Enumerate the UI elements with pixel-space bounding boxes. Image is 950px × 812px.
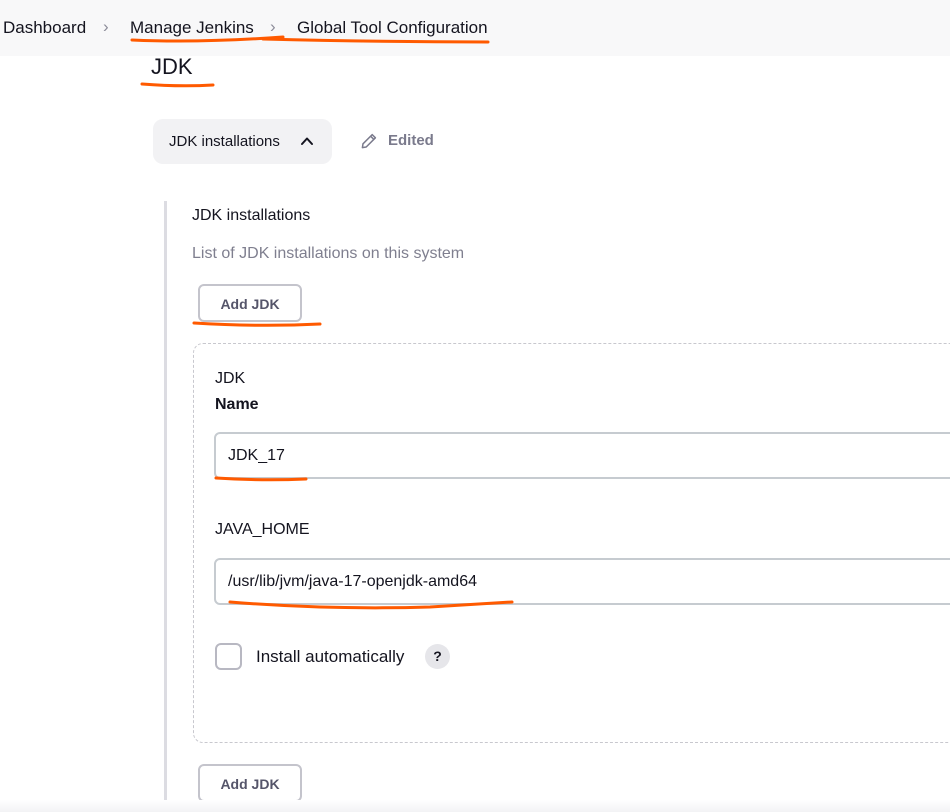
- section-toggle-jdk-installations[interactable]: JDK installations: [153, 119, 332, 164]
- jdk-installations-description: List of JDK installations on this system: [192, 245, 465, 262]
- breadcrumb-item-dashboard[interactable]: Dashboard: [3, 18, 86, 38]
- add-jdk-button[interactable]: Add JDK: [198, 284, 302, 322]
- section-divider: [164, 201, 167, 812]
- annotation-underline-add-jdk: [192, 321, 322, 327]
- jdk-installations-label: JDK installations: [192, 207, 311, 224]
- install-automatically-label[interactable]: Install automatically: [256, 647, 404, 667]
- jdk-entry-header: JDK: [215, 370, 246, 387]
- install-automatically-checkbox[interactable]: [215, 643, 242, 670]
- breadcrumb-item-global-tool-configuration[interactable]: Global Tool Configuration: [297, 18, 488, 38]
- chevron-up-icon: [301, 137, 313, 145]
- java-home-input[interactable]: /usr/lib/jvm/java-17-openjdk-amd64: [214, 558, 950, 605]
- breadcrumb: Dashboard › Manage Jenkins › Global Tool…: [0, 0, 950, 56]
- page-title: JDK: [151, 54, 193, 79]
- annotation-underline-title: [140, 82, 215, 88]
- help-icon[interactable]: ?: [425, 644, 450, 669]
- edited-label: Edited: [388, 132, 434, 149]
- chevron-right-icon: ›: [270, 17, 276, 36]
- breadcrumb-item-manage-jenkins[interactable]: Manage Jenkins: [130, 18, 254, 38]
- pencil-icon: [361, 133, 377, 149]
- java-home-label: JAVA_HOME: [215, 521, 310, 538]
- add-jdk-button-bottom[interactable]: Add JDK: [198, 764, 302, 802]
- chevron-right-icon: ›: [103, 17, 109, 36]
- name-input[interactable]: JDK_17: [214, 432, 950, 479]
- name-label: Name: [215, 396, 259, 413]
- page-bottom-fade: [0, 800, 950, 812]
- section-toggle-label: JDK installations: [169, 133, 280, 150]
- jdk-installation-entry: [193, 343, 950, 743]
